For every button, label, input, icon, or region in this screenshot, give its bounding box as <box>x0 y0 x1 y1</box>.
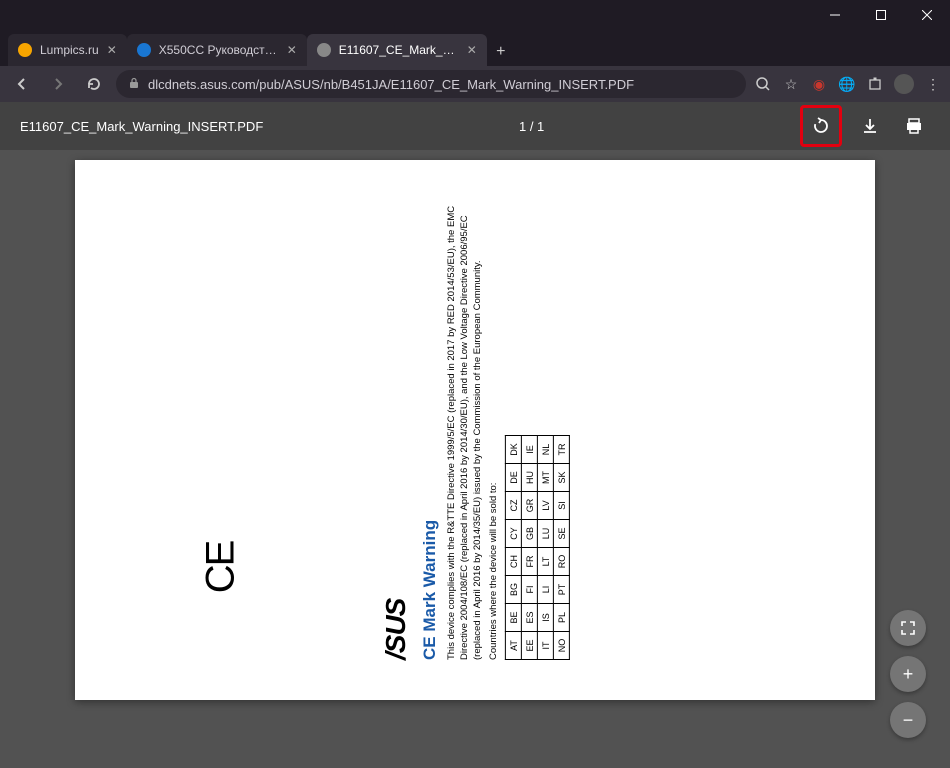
country-cell: FR <box>522 548 538 576</box>
countries-intro: Countries where the device will be sold … <box>488 200 501 660</box>
country-cell: SI <box>554 492 570 520</box>
url-text: dlcdnets.asus.com/pub/ASUS/nb/B451JA/E11… <box>148 77 634 92</box>
country-cell: GB <box>522 520 538 548</box>
country-cell: NO <box>554 632 570 660</box>
close-icon[interactable]: ✕ <box>287 43 297 57</box>
download-button[interactable] <box>854 110 886 142</box>
pdf-page: /SUS CE Mark Warning This device complie… <box>75 160 875 700</box>
country-cell: LU <box>538 520 554 548</box>
country-cell: FI <box>522 576 538 604</box>
page-indicator: 1 / 1 <box>263 119 800 134</box>
tab-favicon-icon <box>137 43 151 57</box>
document-heading: CE Mark Warning <box>420 200 440 660</box>
country-cell: LI <box>538 576 554 604</box>
annotation-highlight <box>800 105 842 147</box>
country-cell: EE <box>522 632 538 660</box>
country-cell: NL <box>538 436 554 464</box>
country-cell: RO <box>554 548 570 576</box>
country-cell: PL <box>554 604 570 632</box>
reload-button[interactable] <box>80 70 108 98</box>
browser-tab[interactable]: X550CC Руководства пользоват ✕ <box>127 34 307 66</box>
fit-page-button[interactable] <box>890 610 926 646</box>
avatar-icon[interactable] <box>894 74 914 94</box>
forward-button[interactable] <box>44 70 72 98</box>
minimize-button[interactable] <box>812 0 858 30</box>
ublock-icon[interactable]: ◉ <box>810 75 828 93</box>
country-cell: BG <box>506 576 522 604</box>
country-cell: PT <box>554 576 570 604</box>
zoom-out-button[interactable]: − <box>890 702 926 738</box>
browser-tab[interactable]: Lumpics.ru ✕ <box>8 34 127 66</box>
asus-logo: /SUS <box>380 200 412 660</box>
menu-icon[interactable]: ⋮ <box>924 75 942 93</box>
country-cell: CH <box>506 548 522 576</box>
country-cell: AT <box>506 632 522 660</box>
lock-icon <box>128 77 140 92</box>
globe-icon[interactable]: 🌐 <box>838 75 856 93</box>
ce-mark-icon: CE <box>198 542 243 594</box>
country-cell: CY <box>506 520 522 548</box>
tab-title: X550CC Руководства пользоват <box>159 43 279 57</box>
close-icon[interactable]: ✕ <box>107 43 117 57</box>
address-bar: dlcdnets.asus.com/pub/ASUS/nb/B451JA/E11… <box>0 66 950 102</box>
new-tab-button[interactable]: + <box>487 38 515 66</box>
country-cell: MT <box>538 464 554 492</box>
zoom-in-button[interactable]: + <box>890 656 926 692</box>
print-button[interactable] <box>898 110 930 142</box>
pdf-filename: E11607_CE_Mark_Warning_INSERT.PDF <box>20 119 263 134</box>
tab-favicon-icon <box>18 43 32 57</box>
country-cell: SK <box>554 464 570 492</box>
country-cell: DK <box>506 436 522 464</box>
document-paragraph: This device complies with the R&TTE Dire… <box>446 200 484 660</box>
country-cell: IS <box>538 604 554 632</box>
tab-strip: Lumpics.ru ✕ X550CC Руководства пользова… <box>0 30 950 66</box>
country-cell: IT <box>538 632 554 660</box>
country-cell: GR <box>522 492 538 520</box>
tab-title: Lumpics.ru <box>40 43 99 57</box>
close-icon[interactable]: ✕ <box>467 43 477 57</box>
country-cell: LV <box>538 492 554 520</box>
tab-favicon-icon <box>317 43 331 57</box>
tab-title: E11607_CE_Mark_Warning_INSEF <box>339 43 459 57</box>
window-titlebar <box>0 0 950 30</box>
country-cell: SE <box>554 520 570 548</box>
pdf-toolbar: E11607_CE_Mark_Warning_INSERT.PDF 1 / 1 <box>0 102 950 150</box>
countries-table: ATBEBGCHCYCZDEDK EEESFIFRGBGRHUIE ITISLILT… <box>505 435 570 660</box>
back-button[interactable] <box>8 70 36 98</box>
url-input[interactable]: dlcdnets.asus.com/pub/ASUS/nb/B451JA/E11… <box>116 70 746 98</box>
extensions-icon[interactable] <box>866 75 884 93</box>
rotate-button[interactable] <box>805 110 837 142</box>
star-icon[interactable]: ☆ <box>782 75 800 93</box>
country-cell: IE <box>522 436 538 464</box>
pdf-viewer[interactable]: /SUS CE Mark Warning This device complie… <box>0 150 950 768</box>
zoom-indicator-icon[interactable] <box>754 75 772 93</box>
browser-tab-active[interactable]: E11607_CE_Mark_Warning_INSEF ✕ <box>307 34 487 66</box>
close-window-button[interactable] <box>904 0 950 30</box>
country-cell: CZ <box>506 492 522 520</box>
country-cell: TR <box>554 436 570 464</box>
country-cell: DE <box>506 464 522 492</box>
country-cell: HU <box>522 464 538 492</box>
country-cell: LT <box>538 548 554 576</box>
extension-icons: ☆ ◉ 🌐 ⋮ <box>754 74 942 94</box>
country-cell: BE <box>506 604 522 632</box>
maximize-button[interactable] <box>858 0 904 30</box>
country-cell: ES <box>522 604 538 632</box>
